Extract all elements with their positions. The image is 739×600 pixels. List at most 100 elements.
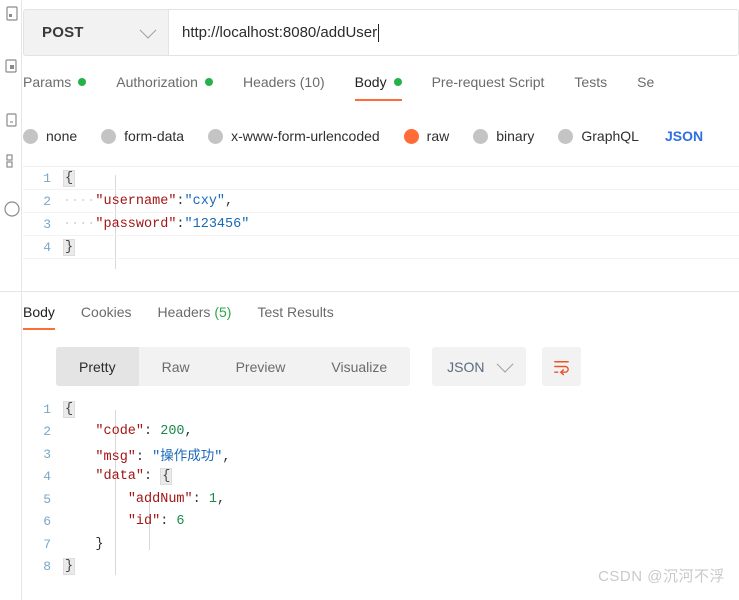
code-token: :: [176, 216, 185, 232]
request-code-lines: 1{2 ····"username":"cxy", 3 ····"password":…: [23, 167, 739, 259]
code-text: "addNum": 1,: [63, 492, 225, 507]
modified-dot-icon: [78, 78, 87, 86]
code-token: "addNum": [127, 491, 193, 507]
apis-icon[interactable]: [2, 58, 20, 76]
body-type-raw[interactable]: raw: [403, 128, 450, 144]
code-token: :: [176, 193, 185, 209]
tab-tests[interactable]: Tests: [574, 72, 607, 101]
response-format-dropdown[interactable]: JSON: [432, 347, 526, 386]
tab-headers-count: (10): [299, 74, 325, 90]
body-type-binary-label: binary: [496, 128, 535, 144]
code-token: "cxy": [184, 193, 226, 209]
view-mode-pretty-label: Pretty: [79, 358, 116, 375]
code-token: :: [135, 449, 153, 465]
tab-settings-label: Se: [637, 74, 655, 90]
environments-icon[interactable]: [2, 112, 20, 130]
radio-icon: [558, 128, 574, 144]
response-format-label: JSON: [447, 358, 485, 375]
body-type-binary[interactable]: binary: [473, 128, 534, 144]
response-tab-test-results-label: Test Results: [257, 304, 334, 320]
body-type-form-data-label: form-data: [124, 128, 185, 144]
response-tab-cookies[interactable]: Cookies: [81, 304, 132, 330]
body-type-raw-label: raw: [426, 128, 450, 144]
code-token: }: [95, 536, 104, 552]
code-text: ····"username":"cxy",: [63, 194, 233, 209]
view-mode-preview[interactable]: Preview: [213, 347, 309, 386]
line-number: 8: [43, 559, 51, 575]
code-line: 4 "data": {: [23, 466, 739, 489]
response-tab-test-results[interactable]: Test Results: [257, 304, 333, 330]
tab-body-label: Body: [354, 74, 387, 90]
tab-params[interactable]: Params: [23, 72, 87, 101]
pane-divider[interactable]: [0, 291, 739, 292]
body-type-form-data[interactable]: form-data: [101, 128, 184, 144]
code-token: ,: [222, 449, 231, 465]
tab-authorization-label: Authorization: [116, 74, 198, 90]
line-number: 3: [43, 446, 51, 462]
body-type-none[interactable]: none: [23, 128, 77, 144]
url-bar: POST http://localhost:8080/addUser: [23, 9, 739, 56]
body-type-options: none form-data x-www-form-urlencoded raw…: [23, 120, 739, 152]
code-text: "code": 200,: [63, 424, 193, 440]
line-number: 5: [43, 491, 51, 507]
url-input[interactable]: http://localhost:8080/addUser: [168, 9, 739, 56]
code-token: {: [160, 468, 173, 486]
code-token: ,: [184, 424, 193, 440]
response-body-viewer[interactable]: 1{2 "code": 200, 3 "msg": "操作成功", 4 "data"…: [23, 398, 739, 578]
body-type-graphql[interactable]: GraphQL: [558, 128, 639, 144]
word-wrap-toggle[interactable]: [541, 347, 581, 386]
code-text: "id": 6: [63, 514, 185, 529]
code-text: }: [63, 536, 104, 552]
http-method-label: POST: [42, 24, 84, 41]
code-token: {: [63, 169, 76, 187]
request-response-pane: POST http://localhost:8080/addUser Param…: [0, 0, 739, 600]
code-token: "123456": [184, 216, 250, 232]
code-text: }: [63, 558, 76, 576]
line-number: 2: [43, 424, 51, 440]
raw-format-dropdown[interactable]: JSON: [665, 128, 703, 144]
tab-settings[interactable]: Se: [637, 72, 654, 101]
line-number: 4: [43, 469, 51, 485]
response-tab-body-label: Body: [23, 304, 55, 320]
code-line: 5 "addNum": 1,: [23, 488, 739, 511]
word-wrap-icon: [553, 361, 569, 376]
monitors-icon[interactable]: [2, 200, 20, 218]
mock-servers-icon[interactable]: [2, 152, 20, 170]
request-body-editor[interactable]: 1{2 ····"username":"cxy", 3 ····"password":…: [23, 166, 739, 290]
code-token: :: [192, 491, 209, 507]
body-type-urlencoded[interactable]: x-www-form-urlencoded: [208, 128, 380, 144]
view-mode-raw[interactable]: Raw: [139, 347, 213, 386]
code-token: ,: [216, 491, 226, 507]
code-token: "操作成功": [152, 449, 223, 465]
response-tabs: Body Cookies Headers (5) Test Results: [23, 304, 739, 334]
radio-icon: [208, 128, 224, 144]
code-text: }: [63, 238, 76, 256]
line-number: 1: [43, 170, 51, 186]
code-line: 1{: [23, 398, 739, 421]
body-type-graphql-label: GraphQL: [581, 128, 639, 144]
tab-authorization[interactable]: Authorization: [116, 72, 213, 101]
tab-pre-request-script[interactable]: Pre-request Script: [432, 72, 545, 101]
tab-body[interactable]: Body: [354, 72, 402, 101]
code-token: :: [144, 469, 161, 485]
view-mode-visualize[interactable]: Visualize: [308, 347, 410, 386]
line-number: 7: [43, 536, 51, 552]
response-tab-headers[interactable]: Headers (5): [158, 304, 232, 330]
body-type-urlencoded-label: x-www-form-urlencoded: [231, 128, 380, 144]
chevron-down-icon: [496, 355, 514, 373]
response-tab-body[interactable]: Body: [23, 304, 55, 330]
code-line: 6 "id": 6: [23, 511, 739, 534]
code-token: "id": [127, 514, 161, 530]
view-mode-pretty[interactable]: Pretty: [56, 347, 139, 386]
code-token: :: [144, 424, 161, 440]
code-token: ····: [63, 193, 96, 209]
tab-headers[interactable]: Headers (10): [243, 72, 325, 101]
line-number: 3: [43, 216, 51, 232]
code-token: "data": [95, 469, 145, 485]
http-method-dropdown[interactable]: POST: [23, 9, 168, 56]
collections-icon[interactable]: [2, 6, 20, 24]
response-tab-headers-count: (5): [214, 304, 232, 320]
